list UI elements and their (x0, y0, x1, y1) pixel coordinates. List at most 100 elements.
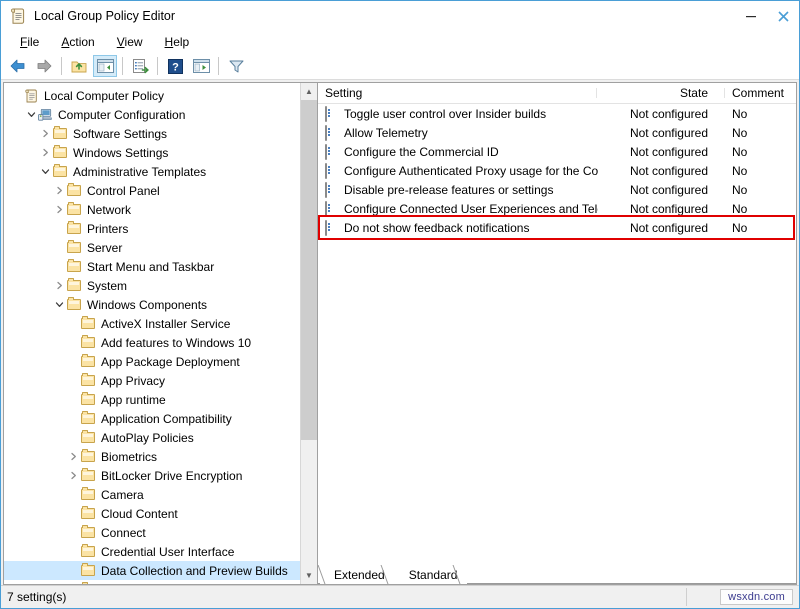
folder-icon (81, 336, 96, 349)
minimize-button[interactable] (735, 1, 767, 31)
tree-node[interactable]: Data Collection and Preview Builds (4, 561, 301, 580)
chevron-right-icon[interactable] (66, 471, 80, 480)
chevron-down-icon[interactable] (24, 110, 38, 119)
table-row[interactable]: Toggle user control over Insider buildsN… (318, 104, 796, 123)
tree-node[interactable]: Camera (4, 485, 301, 504)
tab-standard[interactable]: Standard (395, 565, 468, 584)
tree-node[interactable]: App Package Deployment (4, 352, 301, 371)
tree-node[interactable]: Printers (4, 219, 301, 238)
tree-node[interactable]: Computer Configuration (4, 105, 301, 124)
tree-node[interactable]: Network (4, 200, 301, 219)
tree-node-label: Software Settings (73, 127, 167, 141)
chevron-down-icon[interactable] (38, 167, 52, 176)
chevron-down-icon[interactable] (52, 300, 66, 309)
title-bar: Local Group Policy Editor (1, 1, 799, 31)
back-icon[interactable] (6, 55, 30, 77)
folder-icon (81, 355, 96, 368)
scroll-thumb[interactable] (301, 100, 317, 440)
setting-name: Configure Authenticated Proxy usage for … (344, 164, 598, 178)
tree-node[interactable]: Biometrics (4, 447, 301, 466)
table-row[interactable]: Disable pre-release features or settings… (318, 180, 796, 199)
tree-node[interactable]: System (4, 276, 301, 295)
policy-setting-icon (325, 145, 339, 158)
table-row[interactable]: Configure Connected User Experiences and… (318, 199, 796, 218)
tree-node-label: Cloud Content (101, 507, 178, 521)
console-tree-pane: Local Computer PolicyComputer Configurat… (3, 82, 317, 585)
setting-state: Not configured (598, 107, 726, 121)
tree-node-label: Printers (87, 222, 128, 236)
local-group-policy-editor-window: Local Group Policy Editor File Action Vi… (0, 0, 800, 609)
policy-setting-icon (325, 126, 339, 139)
scroll-up-arrow-icon[interactable]: ▲ (301, 83, 317, 100)
tree-node[interactable]: Server (4, 238, 301, 257)
column-header-state[interactable]: State (598, 86, 726, 100)
tree-node-label: BitLocker Drive Encryption (101, 469, 242, 483)
tree-vertical-scrollbar[interactable]: ▲ ▼ (300, 83, 317, 584)
tree-node[interactable]: Windows Settings (4, 143, 301, 162)
menu-file[interactable]: File (9, 33, 50, 51)
tree-node-label: ActiveX Installer Service (101, 317, 230, 331)
filter-icon[interactable] (224, 55, 248, 77)
tree-node-label: Server (87, 241, 122, 255)
settings-list-pane: Setting State Comment Toggle user contro… (317, 82, 797, 585)
tree-node[interactable]: Control Panel (4, 181, 301, 200)
tree-node[interactable]: Connect (4, 523, 301, 542)
tab-extended[interactable]: Extended (320, 565, 395, 584)
tree-node[interactable]: AutoPlay Policies (4, 428, 301, 447)
chevron-right-icon[interactable] (38, 148, 52, 157)
tree-node[interactable]: Cloud Content (4, 504, 301, 523)
tree-node[interactable]: Windows Components (4, 295, 301, 314)
tree-node-label: System (87, 279, 127, 293)
close-button[interactable] (767, 1, 799, 31)
view-tabs: ExtendedStandard (318, 562, 796, 584)
table-row[interactable]: Configure the Commercial IDNot configure… (318, 142, 796, 161)
setting-state: Not configured (598, 164, 726, 178)
setting-comment: No (726, 164, 796, 178)
forward-icon[interactable] (32, 55, 56, 77)
tree-node[interactable]: Credential User Interface (4, 542, 301, 561)
table-row[interactable]: Do not show feedback notificationsNot co… (318, 218, 796, 237)
help-icon[interactable]: ? (163, 55, 187, 77)
tree-node[interactable]: Application Compatibility (4, 409, 301, 428)
menu-action[interactable]: Action (50, 33, 105, 51)
folder-icon (81, 583, 96, 584)
policy-setting-icon (325, 107, 339, 120)
settings-list: Toggle user control over Insider buildsN… (318, 104, 796, 562)
tree-node[interactable]: Administrative Templates (4, 162, 301, 181)
computer-icon (38, 108, 53, 121)
chevron-right-icon[interactable] (52, 186, 66, 195)
chevron-right-icon[interactable] (38, 129, 52, 138)
up-one-level-icon[interactable] (67, 55, 91, 77)
setting-name: Do not show feedback notifications (344, 221, 598, 235)
show-properties-icon[interactable] (189, 55, 213, 77)
setting-state: Not configured (598, 202, 726, 216)
column-header-setting[interactable]: Setting (318, 86, 598, 100)
console-tree-scroll-viewport: Local Computer PolicyComputer Configurat… (4, 83, 301, 584)
tree-node[interactable]: Start Menu and Taskbar (4, 257, 301, 276)
tree-node-label: Windows Settings (73, 146, 168, 160)
table-row[interactable]: Configure Authenticated Proxy usage for … (318, 161, 796, 180)
tree-node[interactable]: BitLocker Drive Encryption (4, 466, 301, 485)
tree-node[interactable]: ActiveX Installer Service (4, 314, 301, 333)
menu-help[interactable]: Help (154, 33, 201, 51)
tree-node-label: Start Menu and Taskbar (87, 260, 214, 274)
tree-node[interactable]: Add features to Windows 10 (4, 333, 301, 352)
column-header-comment[interactable]: Comment (726, 86, 796, 100)
export-list-icon[interactable] (128, 55, 152, 77)
scroll-down-arrow-icon[interactable]: ▼ (301, 567, 317, 584)
menu-view[interactable]: View (106, 33, 154, 51)
setting-state: Not configured (598, 126, 726, 140)
show-hide-console-tree-icon[interactable] (93, 55, 117, 77)
table-row[interactable]: Allow TelemetryNot configuredNo (318, 123, 796, 142)
tree-node[interactable]: Local Computer Policy (4, 86, 301, 105)
tree-node[interactable]: Desktop Gadgets (4, 580, 301, 584)
tree-node[interactable]: Software Settings (4, 124, 301, 143)
tree-node[interactable]: App Privacy (4, 371, 301, 390)
chevron-right-icon[interactable] (66, 452, 80, 461)
statusbar-divider (686, 588, 687, 606)
chevron-right-icon[interactable] (52, 281, 66, 290)
tab-strip: ExtendedStandard (320, 564, 467, 584)
tree-node[interactable]: App runtime (4, 390, 301, 409)
chevron-right-icon[interactable] (52, 205, 66, 214)
setting-name: Allow Telemetry (344, 126, 598, 140)
